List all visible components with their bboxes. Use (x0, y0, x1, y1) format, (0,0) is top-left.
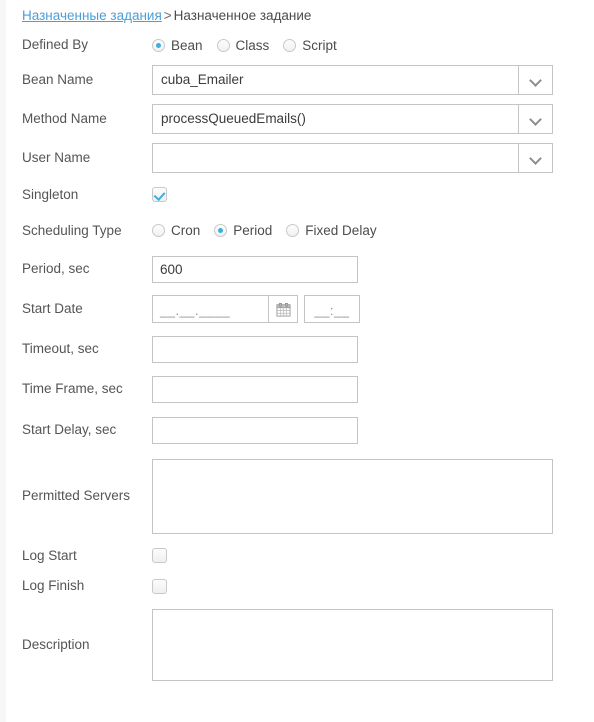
radio-unselected-icon (216, 38, 230, 52)
timeout-sec-input[interactable] (152, 335, 358, 363)
start-date-input[interactable]: __.__.____ (152, 295, 268, 323)
label-method-name: Method Name (22, 110, 107, 126)
row-log-finish: Log Finish (22, 570, 582, 602)
radio-defined-by-bean[interactable]: Bean (152, 38, 203, 53)
radio-label-bean: Bean (171, 37, 203, 53)
calendar-icon (275, 302, 291, 317)
scheduled-task-editor-page: Назначенные задания > Назначенное задание … (0, 0, 594, 722)
row-description: Description (22, 602, 582, 688)
radio-scheduling-type-cron[interactable]: Cron (152, 223, 200, 238)
method-name-input[interactable]: processQueuedEmails() (152, 103, 518, 134)
radio-label-cron: Cron (171, 223, 201, 238)
row-timeout-sec: Timeout, sec (22, 329, 582, 369)
radio-label-class: Class (235, 37, 270, 53)
field-timeout-sec (152, 335, 582, 363)
row-defined-by: Defined By Bean Class Script (22, 30, 582, 60)
radio-selected-icon (214, 224, 228, 237)
row-start-delay-sec: Start Delay, sec (22, 409, 582, 451)
period-sec-input[interactable]: 600 (152, 255, 358, 283)
row-method-name: Method Name processQueuedEmails() (22, 99, 582, 138)
radio-group-scheduling-type: Cron Period Fixed Delay (152, 223, 391, 238)
field-start-delay-sec (152, 416, 582, 444)
radio-unselected-icon (283, 38, 297, 52)
row-bean-name: Bean Name cuba_Emailer (22, 60, 582, 99)
breadcrumb-separator: > (163, 8, 172, 23)
field-log-finish (152, 578, 582, 594)
label-time-frame-sec: Time Frame, sec (22, 381, 123, 396)
radio-selected-icon (152, 38, 165, 52)
chevron-down-icon (530, 154, 541, 161)
row-scheduling-type: Scheduling Type Cron Period Fixed Delay (22, 212, 582, 249)
field-user-name (152, 142, 582, 173)
radio-label-period: Period (233, 223, 273, 238)
start-date-calendar-button[interactable] (268, 295, 298, 323)
radio-defined-by-script[interactable]: Script (283, 38, 337, 53)
user-name-input[interactable] (152, 142, 518, 173)
field-method-name: processQueuedEmails() (152, 103, 582, 134)
label-start-date: Start Date (22, 301, 83, 316)
row-time-frame-sec: Time Frame, sec (22, 369, 582, 409)
field-permitted-servers (152, 458, 582, 534)
radio-unselected-icon (152, 224, 165, 237)
chevron-down-icon (530, 115, 541, 122)
field-description (152, 609, 582, 681)
permitted-servers-textarea[interactable] (152, 458, 553, 534)
method-name-dropdown-button[interactable] (518, 103, 553, 134)
radio-unselected-icon (286, 224, 300, 237)
row-user-name: User Name (22, 138, 582, 177)
label-start-delay-sec: Start Delay, sec (22, 422, 117, 437)
field-singleton (152, 187, 582, 202)
breadcrumb-link-scheduled-tasks[interactable]: Назначенные задания (22, 8, 162, 23)
label-log-start: Log Start (22, 547, 77, 563)
breadcrumb-current: Назначенное задание (173, 8, 312, 23)
start-date-wrapper: __.__.____ __:__ (152, 295, 360, 323)
bean-name-dropdown-button[interactable] (518, 64, 553, 95)
radio-label-script: Script (302, 37, 337, 53)
row-singleton: Singleton (22, 177, 582, 212)
label-singleton: Singleton (22, 186, 79, 202)
start-delay-sec-input[interactable] (152, 416, 358, 444)
time-frame-sec-input[interactable] (152, 375, 358, 403)
radio-scheduling-type-period[interactable]: Period (214, 223, 272, 238)
label-defined-by: Defined By (22, 37, 89, 52)
breadcrumb: Назначенные задания > Назначенное задание (22, 8, 311, 24)
field-defined-by: Bean Class Script (152, 38, 582, 53)
singleton-checkbox[interactable] (152, 187, 167, 202)
log-start-checkbox[interactable] (152, 548, 167, 563)
label-timeout-sec: Timeout, sec (22, 341, 99, 356)
method-name-combo[interactable]: processQueuedEmails() (152, 103, 553, 134)
bean-name-input[interactable]: cuba_Emailer (152, 64, 518, 95)
radio-group-defined-by: Bean Class Script (152, 38, 351, 53)
label-period-sec: Period, sec (22, 261, 90, 276)
row-log-start: Log Start (22, 541, 582, 570)
label-user-name: User Name (22, 149, 91, 165)
field-log-start (152, 548, 582, 563)
start-time-input[interactable]: __:__ (304, 295, 360, 323)
label-scheduling-type: Scheduling Type (22, 222, 122, 238)
bean-name-combo[interactable]: cuba_Emailer (152, 64, 553, 95)
log-finish-checkbox[interactable] (152, 578, 167, 594)
radio-defined-by-class[interactable]: Class (216, 37, 270, 53)
radio-scheduling-type-fixed-delay[interactable]: Fixed Delay (286, 223, 377, 238)
user-name-dropdown-button[interactable] (518, 142, 553, 173)
label-description: Description (22, 637, 90, 652)
field-period-sec: 600 (152, 255, 582, 283)
radio-label-fixed-delay: Fixed Delay (305, 223, 377, 238)
start-date-box[interactable]: __.__.____ (152, 295, 298, 323)
field-time-frame-sec (152, 375, 582, 403)
row-period-sec: Period, sec 600 (22, 249, 582, 289)
field-scheduling-type: Cron Period Fixed Delay (152, 223, 582, 238)
row-start-date: Start Date __.__.____ __:__ (22, 289, 582, 329)
field-start-date: __.__.____ __:__ (152, 295, 582, 323)
user-name-combo[interactable] (152, 142, 553, 173)
label-permitted-servers: Permitted Servers (22, 488, 131, 503)
chevron-down-icon (530, 76, 541, 83)
description-textarea[interactable] (152, 609, 553, 681)
row-permitted-servers: Permitted Servers (22, 451, 582, 541)
scheduled-task-form: Defined By Bean Class Script Bean Name c… (22, 30, 582, 688)
label-log-finish: Log Finish (22, 578, 85, 593)
label-bean-name: Bean Name (22, 71, 94, 87)
field-bean-name: cuba_Emailer (152, 64, 582, 95)
